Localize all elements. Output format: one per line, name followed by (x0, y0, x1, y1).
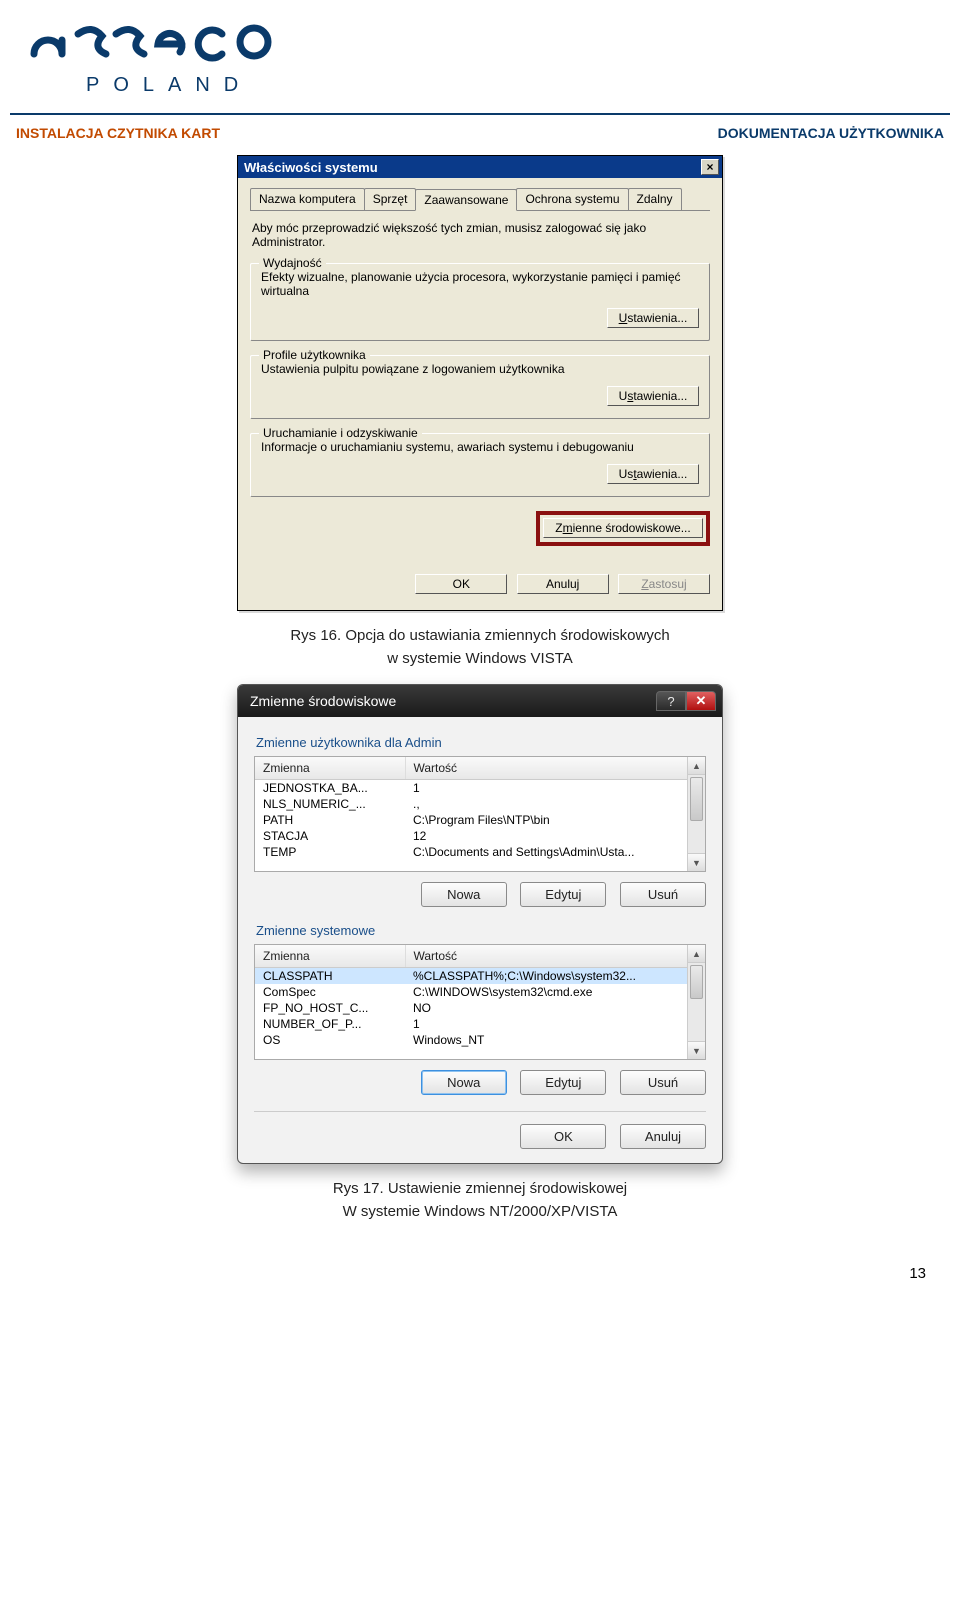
system-edit-button[interactable]: Edytuj (520, 1070, 606, 1095)
env-vars-dialog: Zmienne środowiskowe ? ✕ Zmienne użytkow… (237, 684, 723, 1164)
scroll-down-icon[interactable]: ▼ (688, 853, 705, 871)
close-button[interactable]: ✕ (686, 691, 716, 711)
performance-settings-button[interactable]: Ustawienia... (607, 308, 699, 328)
cancel-button[interactable]: Anuluj (620, 1124, 706, 1149)
startup-settings-button[interactable]: Ustawienia... (607, 464, 699, 484)
separator (254, 1111, 706, 1112)
doc-type-title: DOKUMENTACJA UŻYTKOWNIKA (718, 125, 944, 141)
system-properties-dialog: Właściwości systemu × Nazwa komputera Sp… (237, 155, 723, 611)
header-divider (10, 113, 950, 115)
startup-desc: Informacje o uruchamianiu systemu, awari… (261, 440, 699, 454)
table-row[interactable]: NUMBER_OF_P...1 (255, 1016, 705, 1032)
table-row[interactable]: JEDNOSTKA_BA...1 (255, 780, 705, 797)
col-value[interactable]: Wartość (405, 757, 705, 780)
apply-button[interactable]: Zastosuj (618, 574, 710, 594)
tab-advanced[interactable]: Zaawansowane (415, 189, 517, 211)
system-vars-table[interactable]: Zmienna Wartość CLASSPATH%CLASSPATH%;C:\… (254, 944, 706, 1060)
table-row[interactable]: STACJA12 (255, 828, 705, 844)
performance-legend: Wydajność (259, 256, 326, 270)
figure-16-caption-line1: Rys 16. Opcja do ustawiania zmiennych śr… (290, 627, 669, 644)
tab-hardware[interactable]: Sprzęt (364, 188, 417, 210)
performance-group: Wydajność Efekty wizualne, planowanie uż… (250, 263, 710, 341)
figure-17-caption-line2: W systemie Windows NT/2000/XP/VISTA (343, 1203, 618, 1220)
profiles-desc: Ustawienia pulpitu powiązane z logowanie… (261, 362, 699, 376)
dialog-title: Właściwości systemu (244, 160, 378, 175)
brand-subtext: POLAND (86, 74, 950, 97)
profiles-legend: Profile użytkownika (259, 348, 370, 362)
startup-legend: Uruchamianie i odzyskiwanie (259, 426, 422, 440)
help-button[interactable]: ? (656, 691, 686, 711)
scroll-thumb[interactable] (690, 777, 703, 821)
performance-desc: Efekty wizualne, planowanie użycia proce… (261, 270, 699, 298)
table-row[interactable]: NLS_NUMERIC_...., (255, 796, 705, 812)
table-row[interactable]: PATHC:\Program Files\NTP\bin (255, 812, 705, 828)
user-vars-table[interactable]: Zmienna Wartość JEDNOSTKA_BA...1NLS_NUME… (254, 756, 706, 872)
table-row[interactable]: TEMPC:\Documents and Settings\Admin\Usta… (255, 844, 705, 860)
close-button[interactable]: × (701, 159, 719, 175)
tab-system-protection[interactable]: Ochrona systemu (516, 188, 628, 210)
tab-remote[interactable]: Zdalny (628, 188, 682, 210)
env-vars-highlight: Zmienne środowiskowe... (536, 511, 710, 546)
startup-group: Uruchamianie i odzyskiwanie Informacje o… (250, 433, 710, 497)
scrollbar[interactable]: ▲ ▼ (687, 757, 705, 871)
admin-note: Aby móc przeprowadzić większość tych zmi… (252, 221, 708, 249)
table-row[interactable]: ComSpecC:\WINDOWS\system32\cmd.exe (255, 984, 705, 1000)
figure-17-caption-line1: Rys 17. Ustawienie zmiennej środowiskowe… (333, 1180, 627, 1197)
env-dialog-title: Zmienne środowiskowe (250, 693, 396, 709)
brand-logo: POLAND (10, 0, 950, 105)
profiles-settings-button[interactable]: Ustawienia... (607, 386, 699, 406)
figure-16-caption-line2: w systemie Windows VISTA (387, 650, 573, 667)
table-row[interactable]: CLASSPATH%CLASSPATH%;C:\Windows\system32… (255, 968, 705, 985)
tab-computer-name[interactable]: Nazwa komputera (250, 188, 365, 210)
system-vars-label: Zmienne systemowe (256, 923, 706, 938)
system-new-button[interactable]: Nowa (421, 1070, 507, 1095)
profiles-group: Profile użytkownika Ustawienia pulpitu p… (250, 355, 710, 419)
col-value[interactable]: Wartość (405, 945, 705, 968)
scrollbar[interactable]: ▲ ▼ (687, 945, 705, 1059)
table-row[interactable]: FP_NO_HOST_C...NO (255, 1000, 705, 1016)
scroll-up-icon[interactable]: ▲ (688, 757, 705, 775)
doc-section-title: INSTALACJA CZYTNIKA KART (16, 125, 220, 141)
page-number: 13 (10, 1237, 950, 1282)
scroll-thumb[interactable] (690, 965, 703, 999)
env-vars-button[interactable]: Zmienne środowiskowe... (543, 518, 703, 538)
tabs: Nazwa komputera Sprzęt Zaawansowane Ochr… (250, 188, 710, 211)
user-vars-label: Zmienne użytkownika dla Admin (256, 735, 706, 750)
col-variable[interactable]: Zmienna (255, 757, 405, 780)
user-new-button[interactable]: Nowa (421, 882, 507, 907)
ok-button[interactable]: OK (520, 1124, 606, 1149)
table-row[interactable]: OSWindows_NT (255, 1032, 705, 1048)
col-variable[interactable]: Zmienna (255, 945, 405, 968)
ok-button[interactable]: OK (415, 574, 507, 594)
scroll-up-icon[interactable]: ▲ (688, 945, 705, 963)
asseco-logo-icon (22, 18, 322, 64)
scroll-down-icon[interactable]: ▼ (688, 1041, 705, 1059)
user-edit-button[interactable]: Edytuj (520, 882, 606, 907)
cancel-button[interactable]: Anuluj (517, 574, 609, 594)
system-delete-button[interactable]: Usuń (620, 1070, 706, 1095)
user-delete-button[interactable]: Usuń (620, 882, 706, 907)
